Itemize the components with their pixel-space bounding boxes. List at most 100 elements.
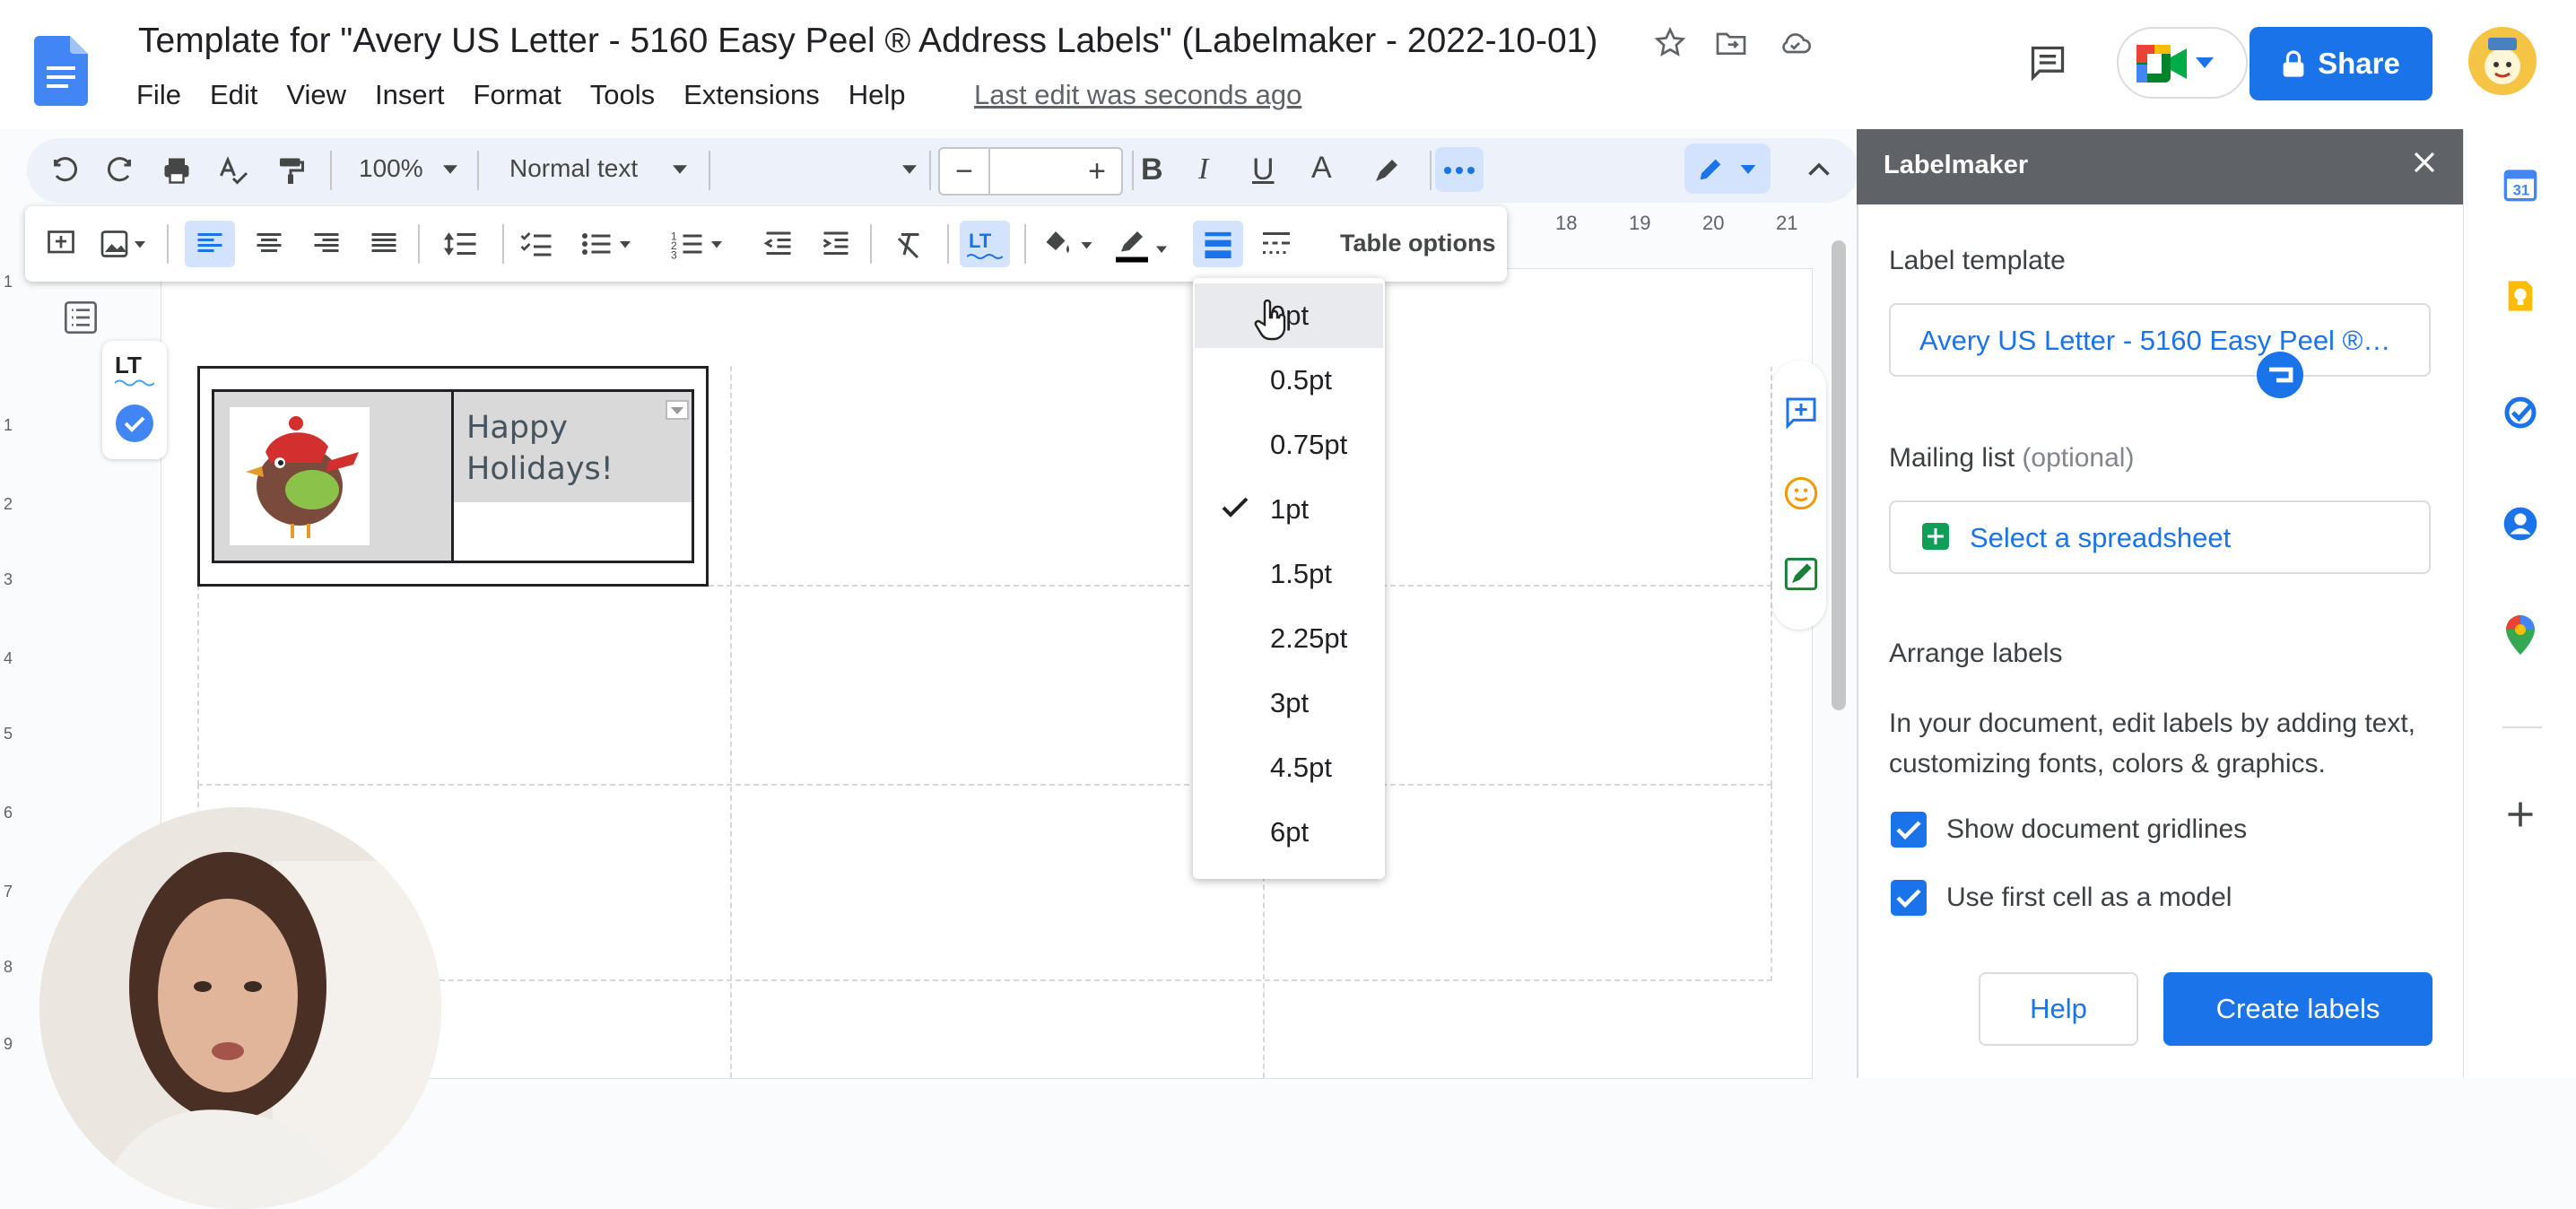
align-center-icon[interactable] [253,228,285,260]
editing-mode-button[interactable] [1684,144,1771,194]
cell-menu-icon[interactable] [666,400,689,420]
calendar-icon[interactable]: 31 [2502,167,2538,203]
suggest-edits-icon[interactable] [1783,556,1819,592]
clear-formatting-icon[interactable] [893,228,926,260]
increase-font-size-button[interactable]: + [1073,147,1123,196]
add-comment-icon[interactable] [45,228,77,260]
create-labels-button[interactable]: Create labels [2163,972,2432,1046]
label-template-value[interactable]: Avery US Letter - 5160 Easy Peel ®… [1919,325,2390,357]
insert-image-icon[interactable] [99,228,149,260]
first-cell-model-checkbox[interactable] [1891,880,1927,916]
font-size-input[interactable] [988,147,1075,196]
underline-icon[interactable]: U [1252,152,1275,187]
move-to-folder-icon[interactable] [1713,25,1749,61]
contacts-icon[interactable] [2502,506,2538,542]
toolbar-divider [870,224,872,264]
show-gridlines-label[interactable]: Show document gridlines [1946,814,2247,845]
menu-extensions[interactable]: Extensions [683,79,820,111]
comment-history-icon[interactable] [2027,43,2068,83]
help-button[interactable]: Help [1979,972,2138,1046]
style-dropdown-icon[interactable] [673,165,687,174]
vertical-ruler: 1 1 2 3 4 5 6 7 8 9 [0,269,22,1078]
share-button[interactable]: Share [2250,27,2432,100]
border-width-option-0.5pt[interactable]: 0.5pt [1270,364,1332,396]
paragraph-style-select[interactable]: Normal text [509,154,638,183]
toolbar-divider [947,224,949,264]
meet-button[interactable] [2117,27,2248,99]
menu-insert[interactable]: Insert [375,79,445,111]
label-gridline [197,784,1772,981]
align-right-icon[interactable] [310,228,343,260]
checklist-icon[interactable] [518,228,554,260]
bird-image[interactable] [230,407,370,545]
highlight-color-icon[interactable] [1371,154,1403,187]
border-width-option-4.5pt[interactable]: 4.5pt [1270,752,1332,784]
cloud-saved-icon[interactable] [1776,25,1814,61]
svg-text:3: 3 [671,249,677,261]
bulleted-list-icon[interactable] [579,228,633,260]
print-icon[interactable] [160,154,194,187]
table-options-button[interactable]: Table options [1340,230,1496,257]
assistant-badge-icon[interactable] [2255,350,2305,400]
collapse-toolbar-icon[interactable] [1803,154,1835,187]
undo-icon[interactable] [48,154,81,187]
menu-format[interactable]: Format [474,79,561,111]
paint-format-icon[interactable] [274,154,307,187]
border-width-option-1.5pt[interactable]: 1.5pt [1270,558,1332,590]
border-width-option-2.25pt[interactable]: 2.25pt [1270,622,1347,655]
last-edit-link[interactable]: Last edit was seconds ago [974,79,1301,111]
italic-icon[interactable]: I [1198,152,1208,187]
pencil-icon [1700,159,1721,180]
document-outline-icon[interactable] [63,300,99,335]
zoom-dropdown-icon[interactable] [443,165,457,174]
text-color-icon[interactable]: A [1311,151,1332,186]
border-color-icon[interactable] [1116,224,1175,265]
menu-help[interactable]: Help [849,79,906,111]
font-dropdown-icon[interactable] [902,165,917,174]
first-cell-model-label[interactable]: Use first cell as a model [1946,883,2232,913]
add-comment-icon[interactable] [1783,395,1819,431]
document-scrollbar[interactable] [1832,240,1846,710]
border-width-option-0.75pt[interactable]: 0.75pt [1270,429,1347,461]
document-title[interactable]: Template for "Avery US Letter - 5160 Eas… [138,22,1597,61]
cell-background-color-icon[interactable] [1040,226,1098,258]
menu-file[interactable]: File [136,79,181,111]
increase-indent-icon[interactable] [820,228,852,260]
border-width-button[interactable] [1193,221,1243,267]
menu-tools[interactable]: Tools [590,79,655,111]
maps-icon[interactable] [2506,615,2535,655]
emoji-reaction-icon[interactable] [1783,475,1819,511]
keep-icon[interactable] [2504,278,2537,314]
zoom-select[interactable]: 100% [359,154,423,183]
label-text[interactable]: Happy Holidays! [466,407,614,490]
border-width-option-1pt[interactable]: 1pt [1270,493,1309,526]
add-addon-icon[interactable] [2504,798,2537,831]
label-text-cell-bottom[interactable] [454,502,692,561]
sheets-icon [1919,520,1952,552]
decrease-font-size-button[interactable]: − [938,147,988,196]
spellcheck-icon[interactable] [215,154,251,187]
docs-logo-icon[interactable] [34,36,88,106]
languagetool-widget[interactable]: LT [102,341,167,459]
more-options-button[interactable] [1435,147,1484,192]
numbered-list-icon[interactable]: 123 [671,228,725,260]
decrease-indent-icon[interactable] [762,228,795,260]
border-width-option-3pt[interactable]: 3pt [1270,687,1309,719]
redo-icon[interactable] [104,154,136,187]
tasks-icon[interactable] [2502,395,2538,431]
menu-edit[interactable]: Edit [210,79,257,111]
line-spacing-icon[interactable] [443,228,479,260]
border-width-option-6pt[interactable]: 6pt [1270,816,1309,848]
show-gridlines-checkbox[interactable] [1891,812,1927,848]
toolbar-divider [167,224,169,264]
close-icon[interactable] [2411,149,2438,176]
avatar[interactable] [2468,27,2537,95]
star-icon[interactable] [1652,25,1688,61]
languagetool-toolbar-button[interactable]: LT [960,221,1010,267]
justify-icon[interactable] [368,228,400,260]
menu-view[interactable]: View [286,79,346,111]
bold-icon[interactable]: B [1141,152,1163,187]
align-left-button[interactable] [185,221,235,267]
border-dash-icon[interactable] [1259,230,1293,257]
select-spreadsheet-label[interactable]: Select a spreadsheet [1970,522,2231,554]
